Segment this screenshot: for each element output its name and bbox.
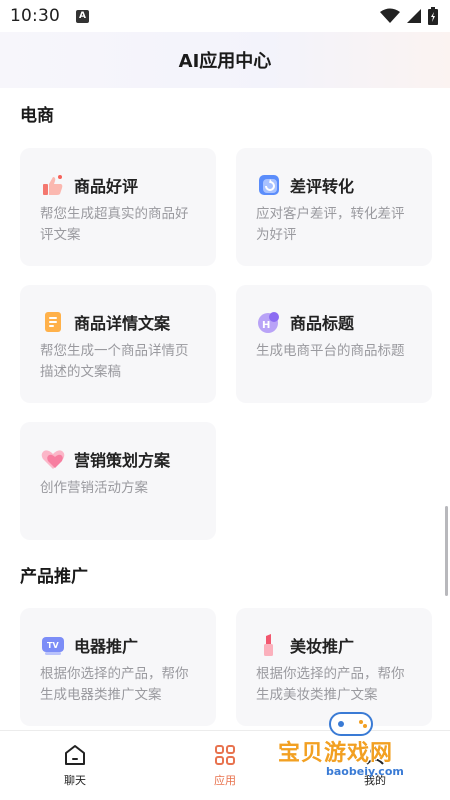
svg-text:TV: TV [47, 641, 59, 650]
app-list[interactable]: 电商 商品好评 帮您生成超真实的商品好评文案 差评转化 应对客户差评，转化差评为… [0, 88, 450, 730]
app-card-product-detail-copy[interactable]: 商品详情文案 帮您生成一个商品详情页描述的文案稿 [20, 285, 216, 403]
status-time: 10:30 [10, 6, 60, 26]
app-card-bad-review-convert[interactable]: 差评转化 应对客户差评，转化差评为好评 [236, 148, 432, 266]
card-desc: 应对客户差评，转化差评为好评 [256, 206, 405, 243]
card-desc: 生成电商平台的商品标题 [256, 343, 405, 359]
refresh-chat-icon [259, 175, 279, 195]
status-bar: 10:30 A [0, 0, 450, 32]
scrollbar[interactable] [445, 506, 448, 596]
thumbs-up-icon [43, 175, 63, 195]
card-desc: 创作营销活动方案 [40, 480, 148, 496]
notification-a-icon: A [76, 9, 89, 23]
card-title: 美妆推广 [290, 637, 355, 656]
header: AI应用中心 [0, 32, 450, 88]
nav-label: 聊天 [64, 774, 86, 787]
card-title: 电器推广 [74, 637, 139, 656]
card-desc: 帮您生成超真实的商品好评文案 [40, 206, 189, 243]
signal-icon [407, 9, 421, 23]
heading-icon: H [258, 312, 279, 333]
card-title: 商品详情文案 [74, 314, 171, 333]
wifi-icon [380, 8, 400, 23]
card-desc: 帮您生成一个商品详情页描述的文案稿 [40, 343, 189, 380]
app-card-appliance-promo[interactable]: TV 电器推广 根据你选择的产品，帮你生成电器类推广文案 [20, 608, 216, 726]
card-title: 差评转化 [290, 177, 355, 196]
svg-text:H: H [262, 320, 270, 331]
card-title: 商品标题 [290, 314, 355, 333]
grid-icon [215, 745, 235, 765]
card-title: 营销策划方案 [74, 451, 171, 470]
nav-label: 应用 [214, 774, 236, 787]
nav-item-chat[interactable]: 聊天 [0, 731, 150, 800]
card-desc: 根据你选择的产品，帮你生成美妆类推广文案 [256, 666, 405, 703]
watermark-text: 宝贝游戏网 [278, 741, 394, 766]
card-desc: 根据你选择的产品，帮你生成电器类推广文案 [40, 666, 189, 703]
status-icons [380, 7, 438, 25]
app-card-marketing-plan[interactable]: 营销策划方案 创作营销活动方案 [20, 422, 216, 540]
home-icon [65, 745, 85, 765]
tv-icon: TV [42, 637, 64, 655]
watermark: 宝贝游戏网 baobeiy.com [272, 705, 450, 800]
app-card-product-title[interactable]: H 商品标题 生成电商平台的商品标题 [236, 285, 432, 403]
section-title-product-promotion: 产品推广 [20, 567, 88, 587]
card-title: 商品好评 [74, 177, 139, 196]
section-title-ecommerce: 电商 [20, 106, 54, 126]
heart-icon [41, 450, 65, 469]
battery-icon [428, 7, 438, 25]
page-title: AI应用中心 [178, 51, 272, 72]
document-icon [45, 312, 61, 332]
lipstick-icon [264, 634, 273, 656]
app-card-product-review[interactable]: 商品好评 帮您生成超真实的商品好评文案 [20, 148, 216, 266]
watermark-url: baobeiy.com [326, 765, 404, 778]
